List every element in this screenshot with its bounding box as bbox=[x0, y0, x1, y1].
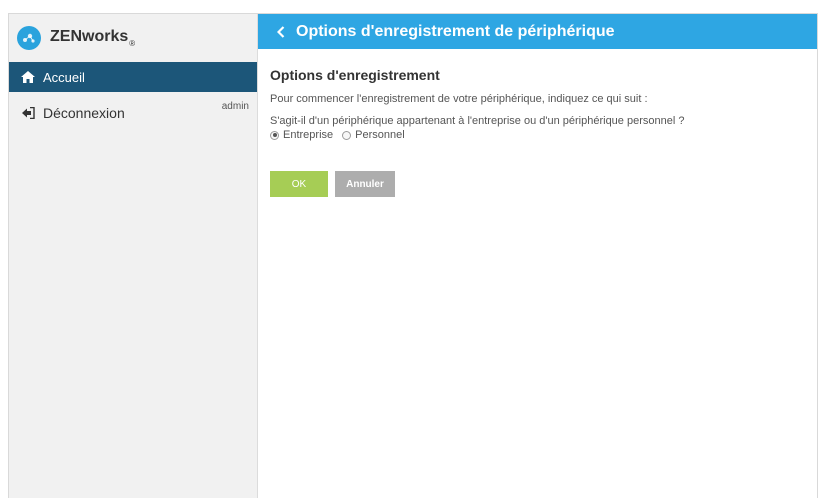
registered-mark: ® bbox=[129, 38, 136, 48]
ok-button[interactable]: OK bbox=[270, 171, 328, 197]
zenworks-logo-icon bbox=[17, 26, 41, 50]
page-header: Options d'enregistrement de périphérique bbox=[258, 14, 817, 49]
chevron-left-icon[interactable] bbox=[274, 24, 288, 40]
radio-personnel-label[interactable]: Personnel bbox=[355, 129, 405, 141]
page-title: Options d'enregistrement de périphérique bbox=[296, 22, 615, 40]
main-panel: Options d'enregistrement de périphérique… bbox=[258, 14, 817, 498]
app-window: ZENworks® Accueil Déconnexion admin Opti… bbox=[8, 13, 818, 498]
sidebar-item-deconnexion[interactable]: Déconnexion admin bbox=[9, 98, 257, 128]
button-bar: OK Annuler bbox=[270, 171, 817, 197]
sidebar: ZENworks® Accueil Déconnexion admin bbox=[9, 14, 258, 498]
radio-entreprise[interactable] bbox=[270, 130, 279, 140]
cancel-button[interactable]: Annuler bbox=[335, 171, 395, 197]
content-area: Options d'enregistrement Pour commencer … bbox=[258, 49, 817, 197]
user-name: admin bbox=[221, 101, 249, 112]
ownership-radio-group: Entreprise Personnel bbox=[270, 129, 817, 141]
logo-bar: ZENworks® bbox=[9, 14, 257, 62]
radio-personnel[interactable] bbox=[342, 130, 352, 140]
radio-entreprise-label[interactable]: Entreprise bbox=[283, 129, 333, 141]
sidebar-item-accueil[interactable]: Accueil bbox=[9, 62, 257, 92]
logout-icon bbox=[21, 106, 35, 120]
sidebar-item-label: Accueil bbox=[43, 69, 85, 85]
home-icon bbox=[21, 70, 35, 84]
sidebar-item-label: Déconnexion bbox=[43, 105, 125, 121]
app-name: ZENworks® bbox=[50, 28, 136, 48]
section-title: Options d'enregistrement bbox=[270, 67, 440, 83]
intro-text: Pour commencer l'enregistrement de votre… bbox=[270, 93, 648, 105]
ownership-question: S'agit-il d'un périphérique appartenant … bbox=[270, 115, 685, 127]
